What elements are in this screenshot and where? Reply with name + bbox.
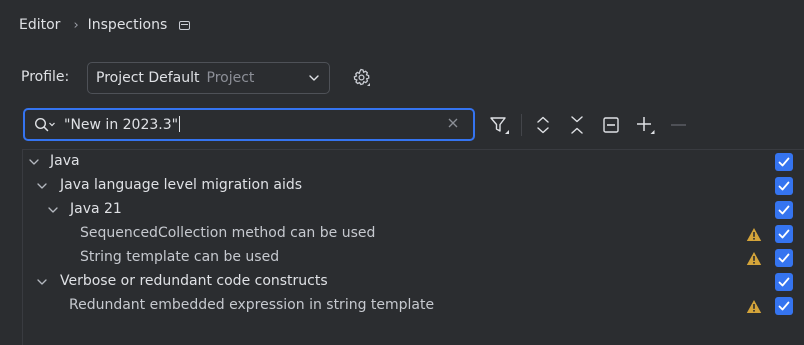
tree-row[interactable]: Redundant embedded expression in string … xyxy=(23,294,804,318)
window-icon[interactable] xyxy=(179,20,191,30)
chevron-down-icon[interactable] xyxy=(28,156,40,168)
search-icon[interactable] xyxy=(34,117,56,133)
tree-row-label: Redundant embedded expression in string … xyxy=(69,297,435,313)
checkmark-icon xyxy=(778,301,790,311)
tree-row[interactable]: Verbose or redundant code constructs xyxy=(23,270,804,294)
enabled-checkbox[interactable] xyxy=(775,249,793,267)
remove-button[interactable] xyxy=(668,114,690,136)
filter-icon xyxy=(490,117,509,134)
checkmark-icon xyxy=(778,253,790,263)
tree-row[interactable]: Java 21 xyxy=(23,198,804,222)
expand-all-icon xyxy=(537,116,549,134)
warning-icon xyxy=(746,228,762,241)
checkmark-icon xyxy=(778,229,790,239)
enabled-checkbox[interactable] xyxy=(775,225,793,243)
toolbar-separator xyxy=(521,114,522,136)
breadcrumb-current: Inspections xyxy=(87,17,168,33)
tree-row[interactable]: SequencedCollection method can be used xyxy=(23,222,804,246)
search-query-text: "New in 2023.3" xyxy=(64,117,179,133)
text-caret xyxy=(179,116,181,132)
breadcrumb-parent[interactable]: Editor xyxy=(19,17,60,33)
close-icon[interactable] xyxy=(447,117,459,129)
checkmark-icon xyxy=(778,181,790,191)
profile-dropdown[interactable]: Project Default Project xyxy=(87,62,330,94)
remove-icon xyxy=(671,124,686,126)
search-query: "New in 2023.3" xyxy=(64,116,181,133)
chevron-down-icon xyxy=(309,75,319,81)
tree-row-label: String template can be used xyxy=(80,249,280,265)
tree-row[interactable]: String template can be used xyxy=(23,246,804,270)
add-icon xyxy=(637,117,655,134)
profile-scope: Project xyxy=(206,70,255,86)
collapse-all-icon xyxy=(571,116,583,134)
enabled-checkbox[interactable] xyxy=(775,201,793,219)
chevron-right-icon: › xyxy=(73,17,79,33)
collapse-all-button[interactable] xyxy=(566,114,588,136)
checkmark-icon xyxy=(778,157,790,167)
breadcrumb: Editor › Inspections xyxy=(19,14,191,36)
checkmark-icon xyxy=(778,205,790,215)
reset-button[interactable] xyxy=(600,114,622,136)
tree-row[interactable]: Java xyxy=(23,150,804,174)
gear-icon[interactable] xyxy=(350,67,372,89)
profile-label: Profile: xyxy=(21,69,70,85)
tree-row-label: Java xyxy=(50,153,80,169)
tree-row[interactable]: Java language level migration aids xyxy=(23,174,804,198)
chevron-down-icon[interactable] xyxy=(36,180,48,192)
enabled-checkbox[interactable] xyxy=(775,153,793,171)
expand-all-button[interactable] xyxy=(532,114,554,136)
search-input[interactable]: "New in 2023.3" xyxy=(23,108,475,141)
tree-row-label: SequencedCollection method can be used xyxy=(80,225,376,241)
enabled-checkbox[interactable] xyxy=(775,297,793,315)
tree-row-label: Java 21 xyxy=(70,201,122,217)
reset-icon xyxy=(603,117,619,133)
filter-button[interactable] xyxy=(488,114,510,136)
tree-row-label: Java language level migration aids xyxy=(60,177,303,193)
warning-icon xyxy=(746,300,762,313)
enabled-checkbox[interactable] xyxy=(775,273,793,291)
enabled-checkbox[interactable] xyxy=(775,177,793,195)
checkmark-icon xyxy=(778,277,790,287)
add-button[interactable] xyxy=(634,114,656,136)
profile-value: Project Default xyxy=(96,70,200,86)
warning-icon xyxy=(746,252,762,265)
chevron-down-icon[interactable] xyxy=(36,276,48,288)
tree-row-label: Verbose or redundant code constructs xyxy=(60,273,328,289)
chevron-down-icon[interactable] xyxy=(47,204,59,216)
